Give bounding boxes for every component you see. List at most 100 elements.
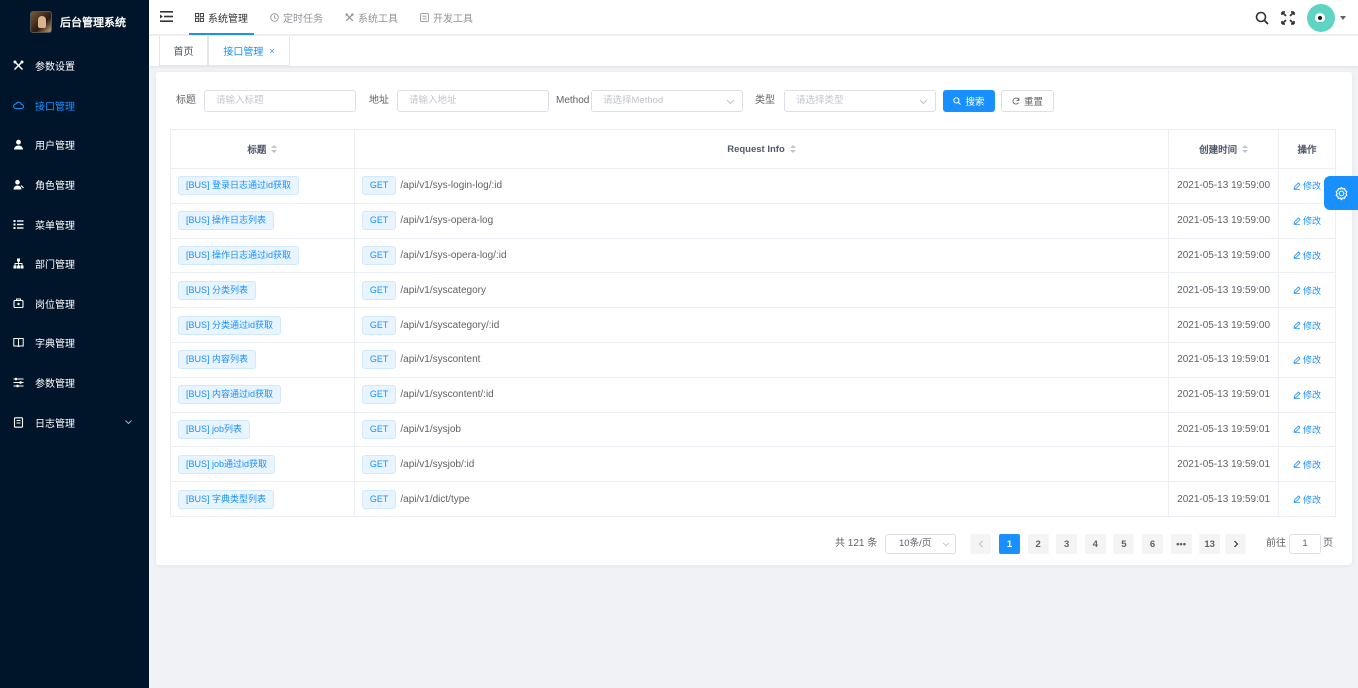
sidebar-item-4[interactable]: 角色管理 (0, 165, 149, 205)
column-header-label: Request Info (727, 143, 785, 155)
tab-close-icon[interactable]: × (269, 46, 274, 56)
page-button[interactable]: 3 (1056, 534, 1078, 554)
sidebar-item-2[interactable]: 接口管理 (0, 86, 149, 126)
sidebar-item-3[interactable]: 用户管理 (0, 125, 149, 165)
edit-icon (1293, 286, 1301, 295)
goto-page-input[interactable]: 1 (1289, 534, 1321, 554)
edit-link[interactable]: 修改 (1293, 423, 1321, 436)
page-size-select[interactable]: 10条/页 (885, 534, 956, 554)
column-header-title[interactable]: 标题 (171, 130, 355, 169)
title-filter-input[interactable]: 请输入标题 (204, 90, 356, 112)
cell-created-at: 2021-05-13 19:59:01 (1169, 342, 1280, 378)
edit-label: 修改 (1303, 181, 1322, 192)
edit-label: 修改 (1303, 216, 1322, 227)
next-page-button[interactable] (1225, 534, 1246, 554)
settings-button[interactable] (1324, 176, 1358, 210)
edit-link[interactable]: 修改 (1293, 458, 1321, 471)
edit-icon (1293, 356, 1301, 364)
tools-icon (13, 60, 24, 71)
method-tag: GET (361, 419, 397, 439)
column-header-created-at[interactable]: 创建时间 (1169, 130, 1280, 169)
page-button[interactable]: 1 (999, 534, 1020, 554)
sliders-icon (13, 377, 24, 388)
page-button[interactable]: 6 (1142, 534, 1163, 554)
cell-title: [BUS] 操作日志列表 (171, 203, 355, 239)
edit-link[interactable]: 修改 (1293, 319, 1321, 332)
path-filter-input[interactable]: 请输入地址 (397, 90, 549, 112)
sidebar-item-9[interactable]: 参数管理 (0, 363, 149, 403)
page-button[interactable]: 5 (1113, 534, 1135, 554)
edit-link[interactable]: 修改 (1293, 493, 1321, 506)
page-button[interactable]: 4 (1084, 534, 1106, 554)
edit-label: 修改 (1303, 250, 1322, 261)
reset-button-label: 重置 (1023, 97, 1043, 108)
edit-label: 修改 (1303, 355, 1322, 366)
fullscreen-icon[interactable] (1281, 10, 1295, 25)
sort-caret-icon[interactable] (1242, 145, 1249, 153)
cell-created-at: 2021-05-13 19:59:01 (1169, 412, 1280, 448)
avatar[interactable] (1307, 3, 1335, 32)
edit-link[interactable]: 修改 (1293, 249, 1321, 262)
edit-label: 修改 (1303, 320, 1322, 331)
request-path: /api/v1/dict/type (400, 493, 470, 505)
more-pages-button[interactable]: ••• (1170, 534, 1192, 554)
method-select-placeholder: 请选择Method (603, 95, 664, 106)
request-path: /api/v1/sys-login-log/:id (400, 180, 503, 192)
sidebar-item-10[interactable]: 日志管理 (0, 402, 149, 442)
page-button[interactable]: 13 (1199, 534, 1221, 554)
hamburger-icon[interactable] (160, 11, 173, 22)
edit-link[interactable]: 修改 (1293, 214, 1321, 227)
cell-created-at: 2021-05-13 19:59:01 (1169, 447, 1280, 483)
search-icon[interactable] (1255, 11, 1269, 25)
chevron-down-icon (726, 99, 735, 105)
table-row: [BUS] 操作日志列表 GET/api/v1/sys-opera-log 2021… (171, 203, 1336, 239)
tags-view-bar: 首页 接口管理 × (149, 36, 1358, 66)
edit-label: 修改 (1303, 390, 1322, 401)
table-row: [BUS] 操作日志通过id获取 GET/api/v1/sys-opera-log… (171, 238, 1336, 274)
column-header-request-info[interactable]: Request Info (354, 130, 1170, 169)
cloud-icon (13, 100, 24, 111)
top-nav-label: 系统管理 (208, 14, 248, 25)
sidebar-item-5[interactable]: 菜单管理 (0, 204, 149, 244)
cell-title: [BUS] 内容列表 (171, 342, 355, 378)
cell-created-at: 2021-05-13 19:59:00 (1169, 169, 1280, 204)
reset-button[interactable]: 重置 (1001, 90, 1054, 112)
top-nav-item-1[interactable]: 系统管理 (189, 0, 254, 35)
prev-page-button[interactable] (970, 534, 991, 554)
method-filter-select[interactable]: 请选择Method (591, 90, 743, 112)
top-nav-item-2[interactable]: 定时任务 (264, 0, 329, 35)
edit-link[interactable]: 修改 (1293, 179, 1321, 192)
sort-caret-icon[interactable] (271, 145, 278, 153)
refresh-icon (1012, 97, 1020, 105)
request-path: /api/v1/sys-opera-log/:id (400, 249, 507, 261)
cell-created-at: 2021-05-13 19:59:00 (1169, 273, 1280, 309)
pagination: 共 121 条 10条/页 1 2 3 4 5 6 ••• 13 前往 1 页 (156, 534, 1352, 554)
cell-action: 修改 (1279, 412, 1336, 448)
tab-home[interactable]: 首页 (159, 36, 208, 66)
search-button-label: 搜索 (965, 97, 985, 108)
top-nav-item-4[interactable]: 开发工具 (414, 0, 479, 35)
sidebar-item-6[interactable]: 部门管理 (0, 244, 149, 284)
cell-created-at: 2021-05-13 19:59:00 (1169, 238, 1280, 274)
tab-api-management[interactable]: 接口管理 × (208, 36, 290, 66)
user-menu-caret-icon[interactable] (1340, 15, 1346, 20)
logo[interactable]: 后台管理系统 (0, 0, 149, 44)
type-filter-select[interactable]: 请选择类型 (784, 90, 936, 112)
edit-link[interactable]: 修改 (1293, 284, 1321, 297)
chevron-down-icon (125, 420, 132, 425)
sidebar-item-label: 字典管理 (35, 339, 75, 351)
title-tag: [BUS] 内容通过id获取 (178, 385, 282, 405)
edit-link[interactable]: 修改 (1293, 388, 1321, 401)
search-icon (953, 97, 962, 105)
edit-link[interactable]: 修改 (1293, 353, 1321, 366)
title-tag: [BUS] 操作日志列表 (178, 211, 275, 231)
sort-caret-icon[interactable] (789, 145, 796, 153)
search-button[interactable]: 搜索 (943, 90, 995, 112)
sidebar-item-1[interactable]: 参数设置 (0, 46, 149, 86)
top-nav-item-3[interactable]: 系统工具 (339, 0, 404, 35)
header-right (1243, 0, 1346, 35)
sidebar-item-8[interactable]: 字典管理 (0, 323, 149, 363)
page-button[interactable]: 2 (1027, 534, 1049, 554)
sidebar-item-7[interactable]: 岗位管理 (0, 284, 149, 324)
title-tag: [BUS] 操作日志通过id获取 (178, 245, 300, 265)
